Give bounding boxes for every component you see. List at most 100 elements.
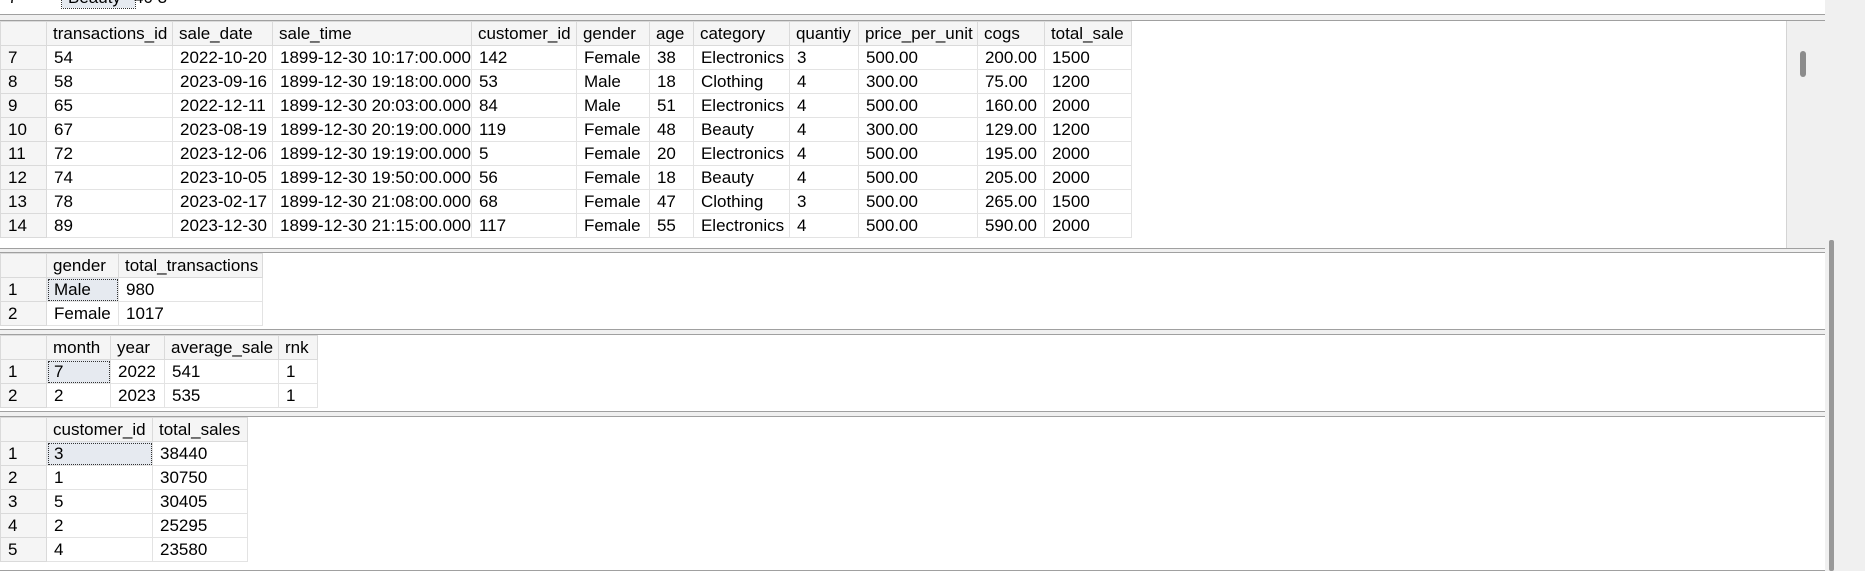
cell-total-transactions[interactable]: 980 <box>118 277 263 302</box>
column-header-rnk[interactable]: rnk <box>278 335 318 360</box>
cell-price-per-unit[interactable]: 500.00 <box>857 189 978 214</box>
cell-category[interactable]: Clothing <box>692 69 790 94</box>
cell-total-sales[interactable]: 25295 <box>152 513 248 538</box>
cell-age[interactable]: 18 <box>648 69 694 94</box>
grid-corner-header[interactable] <box>0 21 47 46</box>
cell-price-per-unit[interactable]: 500.00 <box>857 165 978 190</box>
cell-gender[interactable]: Male <box>575 93 650 118</box>
row-number[interactable]: 5 <box>0 537 47 562</box>
table-row[interactable]: 2 2 2023 535 1 <box>0 383 318 408</box>
cell-customer-id[interactable]: 142 <box>470 45 577 70</box>
cell-total-sale[interactable]: 1500 <box>1043 189 1132 214</box>
cell-price-per-unit[interactable]: 300.00 <box>857 69 978 94</box>
cell-sale-date[interactable]: 2023-02-17 <box>172 189 273 214</box>
cell-sale-date[interactable]: 2022-10-20 <box>172 45 273 70</box>
table-row[interactable]: 4 2 25295 <box>0 513 248 538</box>
cell-cogs[interactable]: 265.00 <box>976 189 1045 214</box>
cell-cogs[interactable]: 590.00 <box>976 213 1045 238</box>
cell-customer-id[interactable]: 4 <box>46 537 153 562</box>
cell-transactions-id[interactable]: 54 <box>46 45 173 70</box>
cell-transactions-id[interactable]: 67 <box>46 117 173 142</box>
cell-sale-time[interactable]: 1899-12-30 19:19:00.000 <box>272 141 472 166</box>
cell-gender[interactable]: Female <box>575 189 650 214</box>
cell-sale-date[interactable]: 2023-12-06 <box>172 141 273 166</box>
row-number[interactable]: 9 <box>0 93 47 118</box>
row-number[interactable]: 1 <box>0 277 47 302</box>
cell-customer-id[interactable]: 1 <box>46 465 153 490</box>
cell-customer-id[interactable]: 53 <box>470 69 577 94</box>
table-row[interactable]: 10 67 2023-08-19 1899-12-30 20:19:00.000 119… <box>0 117 1132 142</box>
cell-total-sale[interactable]: 1200 <box>1043 69 1132 94</box>
cell-year[interactable]: 2022 <box>110 359 165 384</box>
cell-sale-time[interactable]: 1899-12-30 21:15:00.000 <box>272 213 472 238</box>
grid-corner-header[interactable] <box>0 253 47 278</box>
cell-transactions-id[interactable]: 89 <box>46 213 173 238</box>
cell-sale-time[interactable]: 1899-12-30 19:50:00.000 <box>272 165 472 190</box>
row-number[interactable]: 2 <box>0 383 47 408</box>
cell-average-sale[interactable]: 541 <box>164 359 279 384</box>
column-header-total-transactions[interactable]: total_transactions <box>118 253 263 278</box>
table-row[interactable]: 11 72 2023-12-06 1899-12-30 19:19:00.000 5 Fe… <box>0 141 1132 166</box>
cell-sale-time[interactable]: 1899-12-30 19:18:00.000 <box>272 69 472 94</box>
cell-customer-id[interactable]: 2 <box>46 513 153 538</box>
column-header-average-sale[interactable]: average_sale <box>164 335 279 360</box>
cell-customer-id[interactable]: 68 <box>470 189 577 214</box>
row-number[interactable]: 10 <box>0 117 47 142</box>
grid-corner-header[interactable] <box>0 417 47 442</box>
cell-gender[interactable]: Female <box>575 141 650 166</box>
cell-month[interactable]: 2 <box>46 383 111 408</box>
cell-sale-date[interactable]: 2023-12-30 <box>172 213 273 238</box>
cell-sale-time[interactable]: 1899-12-30 10:17:00.000 <box>272 45 472 70</box>
cell-customer-id[interactable]: 119 <box>470 117 577 142</box>
row-number[interactable]: 3 <box>0 489 47 514</box>
table-row[interactable]: 13 78 2023-02-17 1899-12-30 21:08:00.000 68 F… <box>0 189 1132 214</box>
cell-total-sale[interactable]: 1500 <box>1043 45 1132 70</box>
column-header-sale-date[interactable]: sale_date <box>172 21 273 46</box>
cell-age[interactable]: 48 <box>648 117 694 142</box>
column-header-month[interactable]: month <box>46 335 111 360</box>
table-row[interactable]: 14 89 2023-12-30 1899-12-30 21:15:00.000 117… <box>0 213 1132 238</box>
cell-customer-id[interactable]: 5 <box>470 141 577 166</box>
cell-age[interactable]: 18 <box>648 165 694 190</box>
row-number[interactable]: 2 <box>0 301 47 326</box>
cell-transactions-id[interactable]: 65 <box>46 93 173 118</box>
cell-cogs[interactable]: 200.00 <box>976 45 1045 70</box>
column-header-sale-time[interactable]: sale_time <box>272 21 472 46</box>
cell-category[interactable]: Beauty <box>692 165 790 190</box>
cell-quantiy[interactable]: 4 <box>788 141 859 166</box>
table-row[interactable]: 2 Female 1017 <box>0 301 263 326</box>
cell-cogs[interactable]: 160.00 <box>976 93 1045 118</box>
cell-gender[interactable]: Male <box>46 277 119 302</box>
column-header-cogs[interactable]: cogs <box>976 21 1045 46</box>
cell-cogs[interactable]: 195.00 <box>976 141 1045 166</box>
cell-sale-date[interactable]: 2023-09-16 <box>172 69 273 94</box>
cell-age[interactable]: 38 <box>648 45 694 70</box>
row-number[interactable]: 2 <box>0 465 47 490</box>
column-header-gender[interactable]: gender <box>575 21 650 46</box>
cell-total-sales[interactable]: 30405 <box>152 489 248 514</box>
cell-quantiy[interactable]: 4 <box>788 213 859 238</box>
table-row[interactable]: 7 54 2022-10-20 1899-12-30 10:17:00.000 142 F… <box>0 45 1132 70</box>
column-header-transactions-id[interactable]: transactions_id <box>46 21 173 46</box>
scrollbar-thumb[interactable] <box>1800 51 1806 77</box>
cell-age[interactable]: 51 <box>648 93 694 118</box>
cell-category[interactable]: Beauty <box>692 117 790 142</box>
cell-gender[interactable]: Female <box>575 213 650 238</box>
column-header-age[interactable]: age <box>648 21 694 46</box>
row-number[interactable]: 7 <box>0 45 47 70</box>
partial-category-cell[interactable]: Beauty <box>61 0 136 9</box>
cell-gender[interactable]: Female <box>575 117 650 142</box>
results-panel-scrollbar[interactable] <box>1825 0 1865 571</box>
column-header-customer-id[interactable]: customer_id <box>46 417 153 442</box>
results-panel-scrollbar-thumb[interactable] <box>1829 240 1834 571</box>
cell-quantiy[interactable]: 3 <box>788 45 859 70</box>
cell-customer-id[interactable]: 3 <box>46 441 153 466</box>
cell-transactions-id[interactable]: 74 <box>46 165 173 190</box>
cell-sale-date[interactable]: 2023-08-19 <box>172 117 273 142</box>
cell-quantiy[interactable]: 3 <box>788 189 859 214</box>
cell-transactions-id[interactable]: 72 <box>46 141 173 166</box>
vertical-scrollbar[interactable] <box>1786 21 1826 248</box>
column-header-year[interactable]: year <box>110 335 165 360</box>
cell-total-sale[interactable]: 2000 <box>1043 93 1132 118</box>
cell-price-per-unit[interactable]: 500.00 <box>857 141 978 166</box>
